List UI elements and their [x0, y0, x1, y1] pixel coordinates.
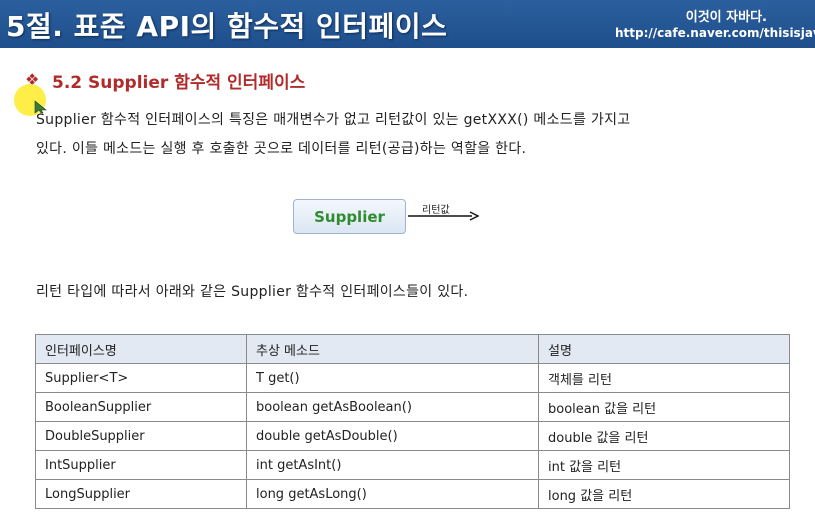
table-row: Supplier<T> T get() 객체를 리턴: [35, 363, 790, 393]
table-cell: int 값을 리턴: [538, 450, 790, 480]
cafe-url: http://cafe.naver.com/thisisjava: [615, 26, 815, 40]
table-cell: Supplier<T>: [35, 363, 247, 393]
supplier-box: Supplier: [293, 199, 406, 234]
table-cell: LongSupplier: [35, 479, 247, 509]
table-cell: IntSupplier: [35, 450, 247, 480]
column-header: 인터페이스명: [35, 334, 247, 364]
description-line-2: 있다. 이들 메소드는 실행 후 호출한 곳으로 데이터를 리턴(공급)하는 역…: [36, 141, 527, 157]
description-line-1: Supplier 함수적 인터페이스의 특징은 매개변수가 없고 리턴값이 있는…: [36, 112, 631, 128]
description-line-3: 리턴 타입에 따라서 아래와 같은 Supplier 함수적 인터페이스들이 있…: [36, 284, 469, 300]
column-header: 추상 메소드: [246, 334, 539, 364]
table-cell: int getAsInt(): [246, 450, 539, 480]
table-cell: DoubleSupplier: [35, 421, 247, 451]
column-header: 설명: [538, 334, 790, 364]
table-header-row: 인터페이스명 추상 메소드 설명: [35, 334, 790, 364]
mouse-pointer-icon: [34, 100, 47, 114]
supplier-interfaces-table: 인터페이스명 추상 메소드 설명 Supplier<T> T get() 객체를…: [35, 334, 790, 509]
slide-title: 5절. 표준 API의 함수적 인터페이스: [6, 10, 448, 43]
table-cell: long 값을 리턴: [538, 479, 790, 509]
table-row: BooleanSupplier boolean getAsBoolean() b…: [35, 392, 790, 422]
brand-label: 이것이 자바다.: [685, 10, 767, 25]
table-cell: boolean 값을 리턴: [538, 392, 790, 422]
table-row: LongSupplier long getAsLong() long 값을 리턴: [35, 479, 790, 509]
table-cell: BooleanSupplier: [35, 392, 247, 422]
table-cell: 객체를 리턴: [538, 363, 790, 393]
slide-header: 5절. 표준 API의 함수적 인터페이스 이것이 자바다. http://ca…: [0, 0, 815, 48]
table-cell: double 값을 리턴: [538, 421, 790, 451]
table-cell: double getAsDouble(): [246, 421, 539, 451]
right-arrow-icon: [408, 211, 480, 221]
table-cell: boolean getAsBoolean(): [246, 392, 539, 422]
section-heading: 5.2 Supplier 함수적 인터페이스: [52, 73, 306, 93]
table-row: IntSupplier int getAsInt() int 값을 리턴: [35, 450, 790, 480]
table-cell: T get(): [246, 363, 539, 393]
table-row: DoubleSupplier double getAsDouble() doub…: [35, 421, 790, 451]
table-cell: long getAsLong(): [246, 479, 539, 509]
